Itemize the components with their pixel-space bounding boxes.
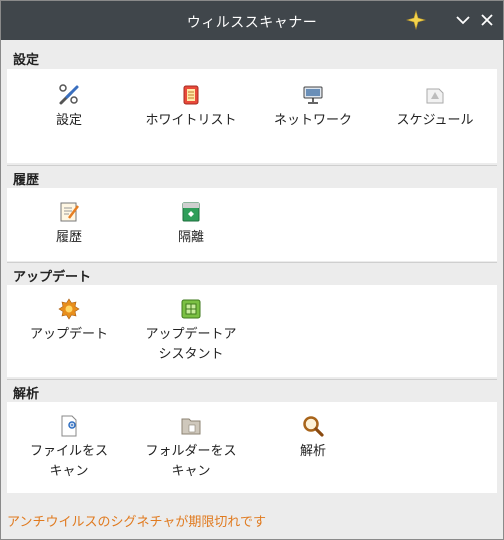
section-settings: 設定 ホワイトリスト ネットワーク スケジュール <box>7 69 497 163</box>
quarantine-button[interactable]: 隔離 <box>131 200 251 248</box>
update-assistant-button[interactable]: アップデートア シスタント <box>131 297 251 365</box>
scan-file-button[interactable]: ファイルをス キャン <box>9 414 129 482</box>
update-icon <box>58 298 80 320</box>
update-button[interactable]: アップデート <box>9 297 129 345</box>
window-title: ウィルススキャナー <box>186 15 318 31</box>
magnifier-icon <box>303 416 324 437</box>
analyze-button[interactable]: 解析 <box>253 414 373 462</box>
history-label: 履歴 <box>55 230 82 245</box>
settings-button[interactable]: 設定 <box>9 83 129 131</box>
update-assistant-label-line1: アップデートア <box>145 327 237 342</box>
quarantine-label: 隔離 <box>177 230 204 245</box>
section-header-settings: 設定 <box>7 46 497 68</box>
whitelist-button[interactable]: ホワイトリスト <box>131 83 251 131</box>
section-history: 履歴 隔離 <box>7 188 497 261</box>
network-icon <box>303 86 323 104</box>
network-button[interactable]: ネットワーク <box>253 83 373 131</box>
update-assistant-label-line2: シスタント <box>158 347 224 362</box>
close-icon[interactable] <box>477 10 497 30</box>
settings-label: 設定 <box>55 113 82 128</box>
schedule-icon <box>426 88 444 104</box>
chevron-down-icon[interactable] <box>453 10 473 30</box>
schedule-button[interactable]: スケジュール <box>375 83 495 131</box>
network-label: ネットワーク <box>273 113 352 128</box>
signature-status-message: アンチウイルスのシグネチャが期限切れです <box>7 515 266 530</box>
section-update: アップデート アップデートア シスタント <box>7 285 497 377</box>
update-label: アップデート <box>29 327 108 342</box>
quarantine-icon <box>182 202 200 222</box>
scan-file-label-line1: ファイルをス <box>29 444 108 459</box>
app-window: ウィルススキャナー 設定 設定 ホワイトリスト ネットワーク スケジュール 履歴… <box>0 0 504 540</box>
section-header-analysis: 解析 <box>7 379 497 402</box>
tools-icon <box>59 84 79 105</box>
scan-file-icon <box>61 415 77 437</box>
scan-folder-label-line1: フォルダーをス <box>145 444 237 459</box>
section-header-update: アップデート <box>7 262 497 285</box>
scan-file-label-line2: キャン <box>49 464 89 479</box>
section-header-history: 履歴 <box>7 165 497 188</box>
sparkle-icon[interactable] <box>406 10 426 30</box>
section-analysis: ファイルをス キャン フォルダーをス キャン 解析 <box>7 402 497 493</box>
analyze-label: 解析 <box>299 444 326 459</box>
scan-folder-label-line2: キャン <box>171 464 211 479</box>
schedule-label: スケジュール <box>396 113 474 128</box>
scan-folder-icon <box>181 418 201 435</box>
update-assistant-icon <box>181 299 201 319</box>
whitelist-label: ホワイトリスト <box>145 113 237 128</box>
whitelist-icon <box>183 85 199 105</box>
history-icon <box>60 202 79 222</box>
titlebar: ウィルススキャナー <box>1 1 503 40</box>
history-button[interactable]: 履歴 <box>9 200 129 248</box>
scan-folder-button[interactable]: フォルダーをス キャン <box>131 414 251 482</box>
